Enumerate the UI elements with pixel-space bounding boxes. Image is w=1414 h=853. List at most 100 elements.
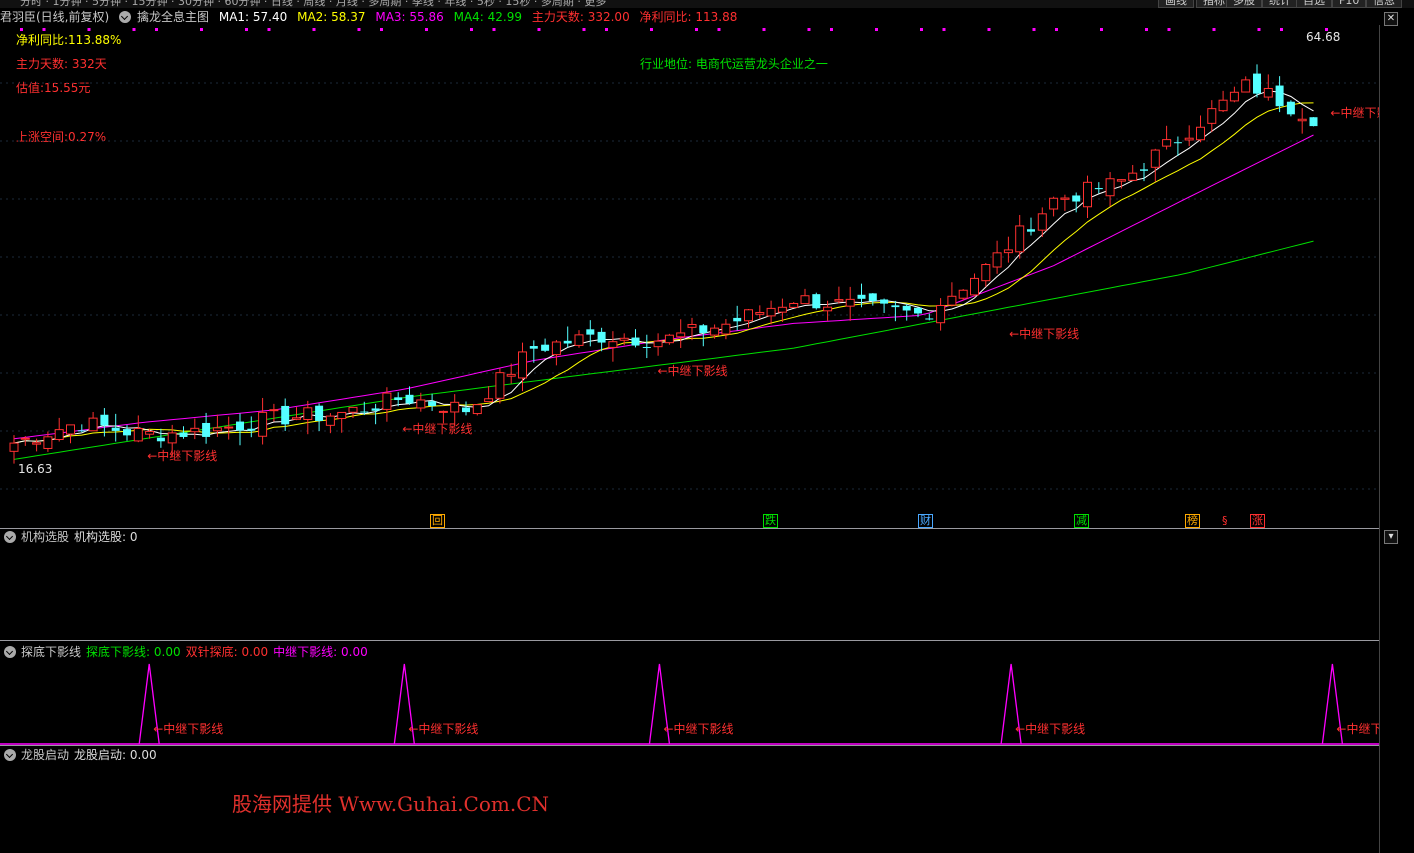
signal-dot [357, 28, 361, 31]
candle [394, 397, 403, 401]
candle [32, 442, 42, 445]
stock-name[interactable]: 君羽臣(日线,前复权) [0, 10, 109, 24]
panel-menu-icon[interactable]: ▾ [1384, 530, 1398, 544]
candle [484, 398, 494, 403]
candle [77, 430, 86, 432]
candle [20, 437, 30, 440]
ma1-value: MA1: 57.40 [218, 10, 288, 24]
event-tag[interactable]: 财 [918, 514, 933, 528]
period-tabs[interactable]: 分时 · 1分钟 · 5分钟 · 15分钟 · 30分钟 · 60分钟 · 日线… [20, 0, 606, 8]
event-tag[interactable]: 减 [1074, 514, 1089, 528]
candle [325, 415, 335, 426]
candle [360, 411, 369, 413]
candle [721, 323, 731, 335]
candle [1218, 99, 1228, 112]
candle [1116, 179, 1126, 182]
signal-dot [1257, 28, 1261, 31]
candle [1253, 73, 1261, 94]
event-tag[interactable]: 回 [430, 514, 445, 528]
candle [981, 264, 991, 282]
candle [100, 414, 109, 426]
signal-dot [1280, 28, 1283, 31]
chevron-down-icon[interactable] [4, 531, 16, 543]
watermark: 股海网提供 Www.Guhai.Com.CN [232, 792, 550, 816]
dragon-panel-name[interactable]: 龙股启动 [21, 748, 69, 762]
candlestick-chart[interactable]: 64.68 16.63 ←中继下影线 ←中继下影线 ←中继下影线 ←中继下影线 ←中继下影线 [0, 25, 1379, 528]
candle [574, 334, 584, 346]
candle [597, 331, 606, 343]
toolbar-button-f10[interactable]: F10 [1332, 0, 1367, 8]
candle [303, 407, 313, 420]
candle [891, 305, 900, 308]
candle [744, 309, 753, 322]
candle [777, 306, 787, 313]
candle [687, 323, 697, 328]
candle [224, 426, 234, 429]
signal-dot [492, 28, 496, 31]
bottom-line3: 中继下影线: 0.00 [273, 645, 368, 659]
candle [936, 304, 946, 324]
candle [925, 318, 934, 320]
signal-dot [132, 28, 136, 31]
candle [495, 372, 505, 399]
event-tag[interactable]: § [1220, 514, 1230, 528]
signal-dot [380, 28, 383, 31]
signal-dot [717, 28, 721, 31]
signal-marker-label: ←中继下影线 [402, 421, 472, 436]
candle [1184, 137, 1194, 141]
candle [506, 373, 516, 377]
event-tag[interactable]: 涨 [1250, 514, 1265, 528]
inst-panel-name[interactable]: 机构选股 [21, 530, 69, 544]
bottom-shadow-indicator-chart[interactable]: ←中继下影线 ←中继下影线 ←中继下影线 ←中继下影线 ←中继下影线 [0, 660, 1379, 745]
ma2-line [13, 102, 1314, 444]
candle [1128, 172, 1138, 181]
candle [1150, 149, 1160, 168]
candle [212, 427, 222, 432]
candle [619, 337, 629, 341]
chevron-down-icon[interactable] [119, 11, 132, 23]
candle [43, 436, 53, 449]
candle [111, 427, 120, 431]
signal-dot [920, 28, 923, 31]
chevron-down-icon[interactable] [4, 749, 16, 761]
candle [970, 277, 979, 296]
toolbar-button-multi[interactable]: 多股 [1226, 0, 1262, 8]
candle [167, 432, 177, 444]
candle [1037, 213, 1047, 231]
event-tag[interactable]: 跌 [763, 514, 778, 528]
indicator-name[interactable]: 擒龙全息主图 [137, 10, 209, 24]
candle [789, 302, 799, 308]
candle [315, 405, 324, 421]
candle [676, 332, 686, 338]
candle [1196, 126, 1205, 141]
toolbar-button-draw[interactable]: 画线 [1158, 0, 1194, 8]
indicator-signal-label: ←中继下影线 [153, 721, 223, 736]
candle [1173, 142, 1182, 144]
candle [1275, 85, 1284, 107]
candle [292, 417, 301, 420]
signal-dot [155, 28, 158, 31]
toolbar-button-watch[interactable]: 自选 [1296, 0, 1332, 8]
main-chart-header: 君羽臣(日线,前复权) 擒龙全息主图 MA1: 57.40 MA2: 58.37… [0, 9, 1380, 25]
candle [800, 295, 810, 305]
bottom-line2: 双针探底: 0.00 [185, 645, 269, 659]
price-low-label: 16.63 [18, 462, 52, 476]
signal-dot [245, 28, 248, 31]
signal-dot [312, 28, 316, 31]
toolbar-button-info[interactable]: 信息 [1366, 0, 1402, 8]
toolbar-button-stats[interactable]: 统计 [1262, 0, 1298, 8]
event-tag[interactable]: 榜 [1185, 514, 1200, 528]
candle [123, 429, 131, 436]
candle [179, 432, 188, 437]
inst-panel-value: 机构选股: 0 [74, 530, 138, 544]
candle [586, 329, 595, 335]
close-icon[interactable]: ✕ [1384, 12, 1398, 26]
signal-dot [87, 28, 91, 31]
signal-dot [762, 28, 766, 31]
candle [438, 410, 448, 413]
candle [1309, 117, 1318, 127]
top-toolbar: 分时 · 1分钟 · 5分钟 · 15分钟 · 30分钟 · 60分钟 · 日线… [0, 0, 1414, 8]
chevron-down-icon[interactable] [4, 646, 16, 658]
signal-dot [830, 28, 833, 31]
bottom-panel-name[interactable]: 探底下影线 [21, 645, 81, 659]
